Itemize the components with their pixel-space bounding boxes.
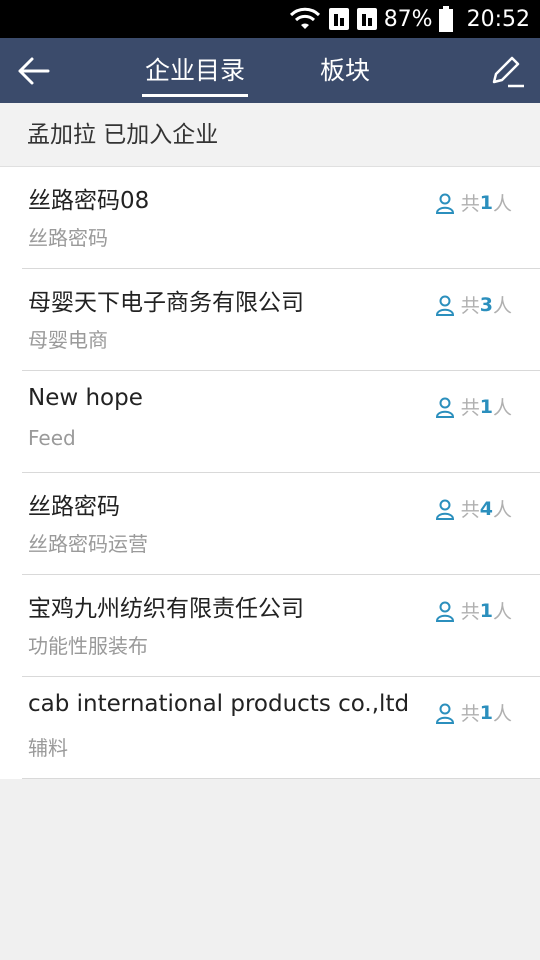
- enterprise-row[interactable]: 宝鸡九州纺织有限责任公司 功能性服装布 共1人: [0, 575, 540, 677]
- member-count: 共4人: [435, 495, 512, 522]
- enterprise-category: 母婴电商: [28, 328, 108, 352]
- enterprise-row[interactable]: 丝路密码 丝路密码运营 共4人: [0, 473, 540, 575]
- active-tab-indicator: [142, 94, 248, 97]
- person-icon: [435, 397, 454, 418]
- tab-board[interactable]: 板块: [300, 38, 390, 103]
- member-count: 共3人: [435, 291, 512, 318]
- count-number: 3: [479, 293, 493, 316]
- enterprise-name: 丝路密码: [28, 494, 120, 520]
- battery-percent: 87%: [383, 6, 433, 32]
- wifi-icon: [289, 7, 320, 29]
- count-prefix: 共: [460, 703, 480, 725]
- enterprise-category: 丝路密码运营: [28, 532, 148, 556]
- count-suffix: 人: [492, 397, 512, 419]
- member-count: 共1人: [435, 699, 512, 726]
- member-count: 共1人: [435, 189, 512, 216]
- enterprise-category: 功能性服装布: [28, 634, 148, 658]
- count-number: 1: [479, 191, 493, 214]
- sim2-signal-icon: [356, 8, 377, 30]
- enterprise-category: Feed: [28, 426, 76, 450]
- count-suffix: 人: [492, 295, 512, 317]
- sim1-signal-icon: [328, 8, 349, 30]
- count-prefix: 共: [460, 193, 480, 215]
- tab-enterprise-directory-label: 企业目录: [144, 56, 245, 85]
- person-icon: [435, 295, 454, 316]
- clock: 20:52: [466, 6, 530, 32]
- count-suffix: 人: [492, 703, 512, 725]
- battery-icon: [438, 6, 453, 32]
- count-prefix: 共: [460, 295, 480, 317]
- edit-pencil-icon[interactable]: [486, 52, 526, 92]
- enterprise-category: 辅料: [28, 736, 68, 760]
- count-prefix: 共: [460, 499, 480, 521]
- enterprise-name: 丝路密码08: [28, 188, 150, 214]
- enterprise-row[interactable]: cab international products co.,ltd 辅料 共1…: [0, 677, 540, 779]
- tab-enterprise-directory[interactable]: 企业目录: [135, 38, 255, 103]
- enterprise-name: cab international products co.,ltd: [28, 691, 410, 717]
- count-number: 1: [479, 395, 493, 418]
- status-icons: 87% 20:52: [288, 0, 530, 38]
- joined-enterprises-header: 孟加拉 已加入企业: [0, 103, 540, 167]
- person-icon: [435, 601, 454, 622]
- empty-area: [0, 779, 540, 960]
- enterprise-category: 丝路密码: [28, 226, 108, 250]
- member-count: 共1人: [435, 393, 512, 420]
- enterprise-row[interactable]: 丝路密码08 丝路密码 共1人: [0, 167, 540, 269]
- person-icon: [435, 499, 454, 520]
- nav-bar: 企业目录 板块: [0, 38, 540, 103]
- count-number: 1: [479, 599, 493, 622]
- member-count: 共1人: [435, 597, 512, 624]
- enterprise-name: 母婴天下电子商务有限公司: [28, 290, 304, 316]
- count-suffix: 人: [492, 499, 512, 521]
- count-number: 4: [479, 497, 493, 520]
- enterprise-name: 宝鸡九州纺织有限责任公司: [28, 596, 304, 622]
- enterprise-row[interactable]: 母婴天下电子商务有限公司 母婴电商 共3人: [0, 269, 540, 371]
- person-icon: [435, 703, 454, 724]
- count-prefix: 共: [460, 601, 480, 623]
- count-suffix: 人: [492, 601, 512, 623]
- back-arrow-icon[interactable]: [14, 51, 54, 91]
- status-bar: 87% 20:52: [0, 0, 540, 38]
- enterprise-name: New hope: [28, 385, 143, 411]
- count-prefix: 共: [460, 397, 480, 419]
- count-number: 1: [479, 701, 493, 724]
- enterprise-row[interactable]: New hope Feed 共1人: [0, 371, 540, 473]
- person-icon: [435, 193, 454, 214]
- count-suffix: 人: [492, 193, 512, 215]
- tab-board-label: 板块: [319, 56, 370, 85]
- enterprise-list: 丝路密码08 丝路密码 共1人 母婴天下电子商务有限公司 母婴电商 共3人 Ne…: [0, 167, 540, 779]
